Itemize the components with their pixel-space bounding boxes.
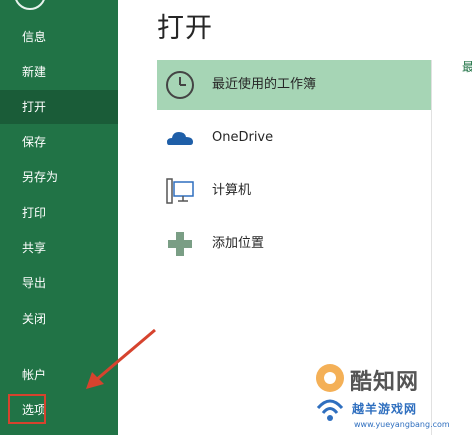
- watermark-url: www.yueyangbang.com: [354, 420, 450, 429]
- watermark-site: 越羊游戏网: [352, 402, 418, 416]
- watermark-name: 酷知网: [350, 370, 420, 395]
- watermark-logo-icon: [316, 364, 344, 421]
